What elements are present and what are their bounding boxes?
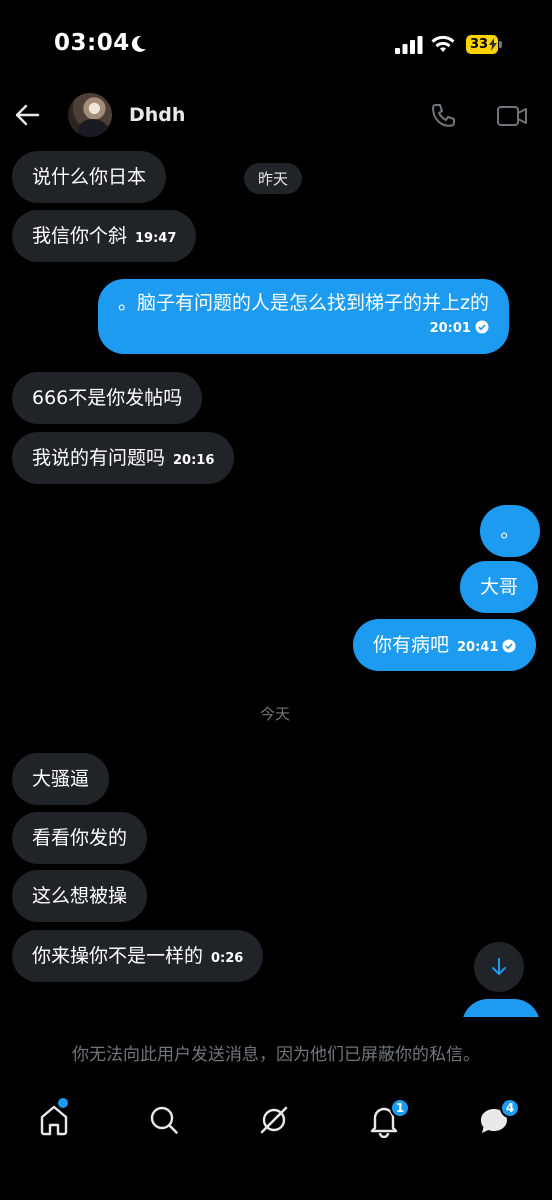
message-incoming[interactable]: 这么想被操	[12, 870, 148, 922]
message-incoming[interactable]: 666不是你发帖吗	[12, 372, 203, 424]
home-icon[interactable]	[36, 1102, 72, 1138]
read-receipt-icon	[475, 320, 489, 334]
message-time: 0:26	[211, 951, 244, 966]
message-time: 20:01	[429, 321, 471, 336]
read-receipt-icon	[502, 639, 516, 653]
arrow-down-icon	[492, 958, 506, 975]
grok-icon[interactable]	[256, 1102, 292, 1138]
message-incoming[interactable]: 看看你发的	[12, 812, 148, 864]
message-list[interactable]: 说什么你日本 昨天 我信你个斜 19:47 。脑子有问题的人是怎么找到梯子的并上z…	[0, 142, 552, 1017]
moon-icon	[131, 35, 146, 52]
message-outgoing[interactable]: 大哥	[460, 561, 539, 613]
message-outgoing-partial[interactable]	[462, 999, 540, 1017]
bottom-navigation: 1 4	[0, 1090, 552, 1150]
back-arrow-icon[interactable]	[14, 102, 40, 128]
notifications-badge: 1	[390, 1098, 410, 1118]
message-incoming[interactable]: 大骚逼	[12, 753, 110, 805]
messages-badge: 4	[500, 1098, 520, 1118]
message-outgoing[interactable]: 你有病吧 20:41	[353, 619, 537, 671]
home-unread-dot	[58, 1098, 68, 1108]
message-incoming[interactable]: 说什么你日本	[12, 151, 167, 203]
conversation-header: Dhdh	[0, 90, 552, 142]
charging-bolt-icon	[489, 38, 497, 51]
video-call-icon[interactable]	[496, 102, 528, 130]
signal-icon	[395, 36, 423, 54]
status-time: 03:04	[54, 30, 130, 56]
message-incoming[interactable]: 你来操你不是一样的 0:26	[12, 930, 264, 982]
phone-icon[interactable]	[430, 102, 458, 130]
wifi-icon	[431, 35, 455, 52]
date-separator-yesterday: 昨天	[244, 163, 303, 194]
status-bar: 03:04 33	[0, 0, 552, 90]
message-incoming[interactable]: 我信你个斜 19:47	[12, 210, 197, 262]
message-outgoing[interactable]: 。脑子有问题的人是怎么找到梯子的并上z的 20:01	[98, 279, 509, 354]
date-separator-today: 今天	[260, 705, 291, 723]
search-icon[interactable]	[146, 1102, 182, 1138]
message-time: 20:41	[457, 640, 499, 655]
scroll-to-bottom-button[interactable]	[474, 942, 524, 992]
message-incoming[interactable]: 我说的有问题吗 20:16	[12, 432, 235, 484]
message-outgoing[interactable]: 。	[480, 505, 540, 557]
battery-level: 33	[469, 37, 489, 52]
battery-icon: 33	[466, 35, 502, 54]
blocked-dm-notice: 你无法向此用户发送消息，因为他们已屏蔽你的私信。	[72, 1045, 480, 1065]
message-time: 20:16	[173, 453, 215, 468]
contact-name[interactable]: Dhdh	[129, 104, 185, 126]
message-time: 19:47	[135, 231, 177, 246]
avatar[interactable]	[68, 93, 112, 137]
